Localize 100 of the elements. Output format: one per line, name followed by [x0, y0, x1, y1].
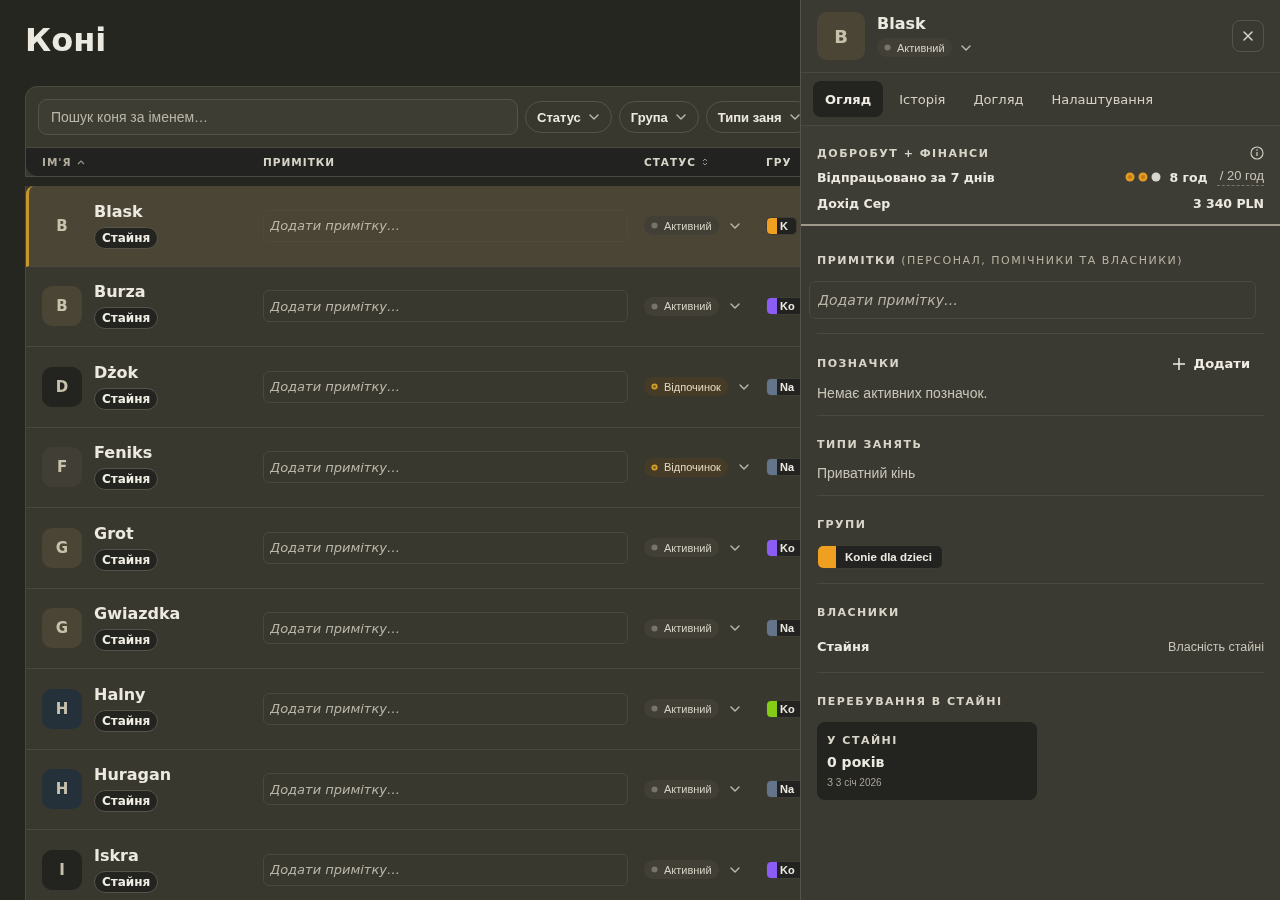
section-title: ВЛАСНИКИ: [817, 606, 901, 619]
stable-tag: Стайня: [94, 468, 159, 491]
note-field[interactable]: Додати примітку…: [809, 281, 1256, 319]
stay-since: З 3 січ 2026: [827, 777, 883, 788]
status-badge[interactable]: Відпочинок: [644, 377, 728, 397]
status-badge[interactable]: Активний: [644, 699, 719, 719]
owner-name: Стайня: [817, 639, 870, 654]
status-label: Активний: [664, 300, 712, 313]
avatar: H: [42, 769, 82, 810]
group-label: Konie dla dzieci: [844, 551, 933, 563]
section-title: ПРИМІТКИ (ПЕРСОНАЛ, ПОМІЧНИКИ ТА ВЛАСНИКИ): [817, 254, 1185, 267]
horse-name: Blask: [877, 14, 927, 33]
status-badge[interactable]: Активний: [877, 38, 952, 57]
avatar: D: [42, 366, 82, 407]
stable-tag: Стайня: [94, 226, 159, 249]
horse-name: Gwiazdka: [94, 605, 181, 624]
stable-tag: Стайня: [94, 870, 159, 893]
horse-name: Burza: [94, 283, 146, 302]
tab[interactable]: Історія: [887, 81, 958, 117]
info-icon: [1250, 146, 1264, 160]
column-header[interactable]: ІМ'Я: [42, 156, 263, 168]
note-field[interactable]: Додати примітку…: [263, 612, 628, 645]
note-field[interactable]: Додати примітку…: [263, 853, 628, 886]
add-button[interactable]: Додати: [1171, 356, 1264, 371]
table-row[interactable]: B Blask Стайня Додати примітку… Активний K: [26, 186, 800, 267]
status-dot-icon: [651, 302, 658, 310]
income-label: Дохід Сер: [817, 195, 891, 211]
status-badge[interactable]: Відпочинок: [644, 457, 728, 477]
note-field[interactable]: Додати примітку…: [263, 451, 628, 484]
horse-name: Halny: [94, 685, 146, 704]
status-label: Активний: [664, 622, 712, 635]
group-label: Na: [779, 622, 796, 635]
group-label: Na: [779, 461, 796, 474]
group-label: Ko: [779, 541, 796, 554]
status-label: Активний: [664, 219, 712, 232]
note-field[interactable]: Додати примітку…: [263, 773, 628, 806]
group-label: Na: [779, 380, 796, 393]
group-label: Ko: [779, 300, 796, 313]
close-icon: [1242, 30, 1254, 42]
tab[interactable]: Догляд: [961, 81, 1036, 117]
avatar: B: [817, 12, 865, 60]
note-field[interactable]: Додати примітку…: [263, 370, 628, 403]
search-field[interactable]: Пошук коня за іменем…: [38, 99, 518, 135]
section-title: ГРУПИ: [817, 518, 868, 531]
status-label: Активний: [664, 541, 712, 554]
status-label: Відпочинок: [664, 380, 721, 393]
section-title: ТИПИ ЗАНЯТЬ: [817, 438, 924, 451]
status-badge[interactable]: Активний: [644, 860, 719, 880]
status-badge[interactable]: Активний: [644, 779, 719, 799]
note-field[interactable]: Додати примітку…: [263, 209, 628, 242]
status-badge[interactable]: Активний: [644, 296, 719, 316]
note-field[interactable]: Додати примітку…: [263, 692, 628, 725]
avatar: H: [42, 688, 82, 729]
stable-tag: Стайня: [94, 387, 159, 410]
worked-hours: 8 год: [1169, 169, 1208, 185]
status-label: Активний: [664, 702, 712, 715]
status-dot-icon: [651, 785, 658, 793]
group-label: Na: [779, 783, 796, 796]
plus-icon: [1171, 356, 1186, 371]
stable-tag: Стайня: [94, 629, 159, 652]
avatar: F: [42, 447, 82, 488]
status-badge[interactable]: Активний: [644, 216, 719, 236]
filter-dropdown[interactable]: Статус: [525, 101, 612, 133]
section-title: ДОБРОБУТ + ФІНАНСИ: [817, 146, 990, 160]
status-dot-icon: [651, 383, 658, 391]
horse-name: Iskra: [94, 846, 139, 865]
status-dot-icon: [651, 222, 658, 230]
owner-note: Власність стайні: [1168, 639, 1264, 654]
column-header[interactable]: СТАТУС: [644, 156, 766, 168]
horse-name: Huragan: [94, 766, 172, 785]
close-button[interactable]: [1232, 20, 1264, 52]
status-dot-icon: [651, 866, 658, 874]
status-label: Активний: [664, 783, 712, 796]
column-header[interactable]: ПРИМІТКИ: [263, 156, 644, 168]
stable-tag: Стайня: [94, 307, 159, 330]
status-dot-icon: [884, 44, 891, 51]
section-title: ПЕРЕБУВАННЯ В СТАЙНІ: [817, 695, 1004, 708]
filter-dropdown[interactable]: Група: [618, 101, 699, 133]
group-label: Ko: [779, 863, 796, 876]
status-dot-icon: [651, 544, 658, 552]
avatar: B: [42, 286, 82, 327]
tab[interactable]: Налаштування: [1039, 81, 1166, 117]
stay-duration: 0 років: [827, 754, 886, 770]
hours-limit[interactable]: / 20 год: [1216, 168, 1264, 186]
status-label: Активний: [664, 863, 712, 876]
status-label: Активний: [897, 41, 945, 54]
card-label: У СТАЙНІ: [827, 734, 899, 747]
status-label: Відпочинок: [664, 461, 721, 474]
horse-name: Grot: [94, 524, 134, 543]
note-field[interactable]: Додати примітку…: [263, 290, 628, 323]
note-field[interactable]: Додати примітку…: [263, 531, 628, 564]
column-header[interactable]: ГРУ: [766, 156, 800, 168]
horse-name: Blask: [94, 202, 143, 221]
status-badge[interactable]: Активний: [644, 538, 719, 558]
income-value: 3 340 PLN: [1192, 195, 1264, 211]
tab[interactable]: Огляд: [813, 81, 884, 117]
status-badge[interactable]: Активний: [644, 618, 719, 638]
status-dot-icon: [651, 705, 658, 713]
status-dot-icon: [651, 624, 658, 632]
filter-dropdown[interactable]: Типи заня: [705, 101, 800, 133]
